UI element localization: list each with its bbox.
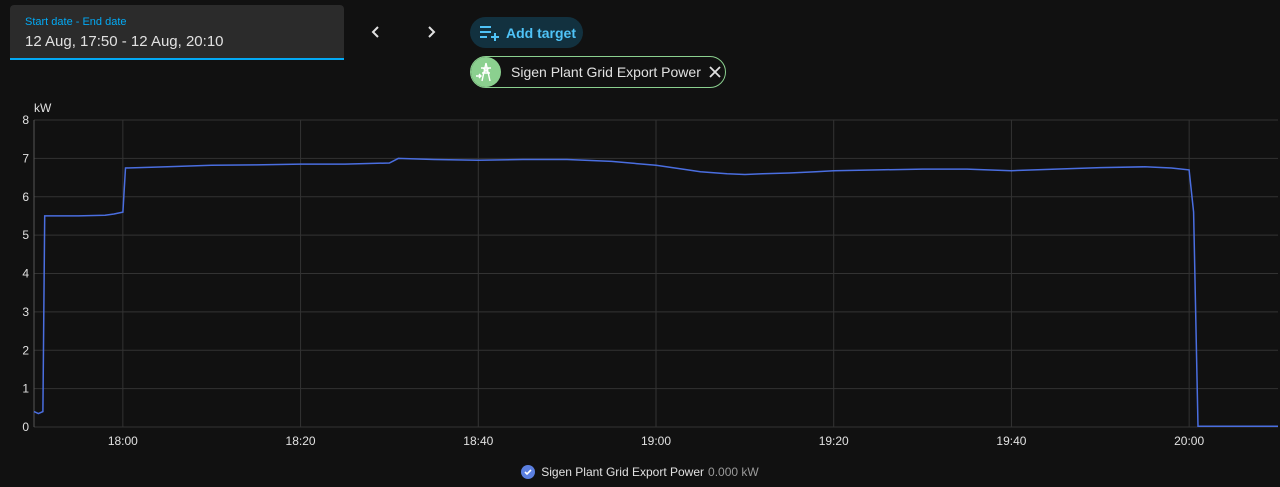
chevron-right-icon <box>428 26 436 38</box>
y-tick-label: 7 <box>22 151 29 165</box>
legend-item[interactable]: Sigen Plant Grid Export Power 0.000 kW <box>521 465 759 479</box>
y-tick-label: 3 <box>22 305 29 319</box>
y-tick-label: 0 <box>22 420 29 434</box>
date-range-label: Start date - End date <box>25 16 127 28</box>
legend-series-name: Sigen Plant Grid Export Power <box>541 465 705 479</box>
x-tick-label: 20:00 <box>1174 434 1204 445</box>
close-icon[interactable] <box>709 66 721 78</box>
legend-series-value: 0.000 kW <box>708 465 759 479</box>
check-circle-icon <box>521 465 536 479</box>
previous-period-button[interactable] <box>360 16 392 48</box>
y-tick-label: 5 <box>22 228 29 242</box>
chevron-left-icon <box>371 26 379 38</box>
history-line-chart[interactable]: kW 0 1 2 3 4 5 6 7 8 18:00 18:20 18:40 19:00 19:20 19… <box>0 95 1280 445</box>
x-tick-label: 19:20 <box>819 434 849 445</box>
y-tick-label: 6 <box>22 190 29 204</box>
add-target-button[interactable]: Add target <box>470 17 583 48</box>
x-tick-label: 18:00 <box>108 434 138 445</box>
y-tick-label: 2 <box>22 343 29 357</box>
y-axis-unit-label: kW <box>34 101 52 115</box>
x-tick-label: 19:40 <box>996 434 1026 445</box>
date-range-picker[interactable]: Start date - End date 12 Aug, 17:50 - 12… <box>10 5 344 60</box>
x-tick-label: 19:00 <box>641 434 671 445</box>
x-axis-ticks: 18:00 18:20 18:40 19:00 19:20 19:40 20:00 <box>108 434 1205 445</box>
target-chip-label: Sigen Plant Grid Export Power <box>511 64 701 80</box>
y-tick-label: 8 <box>22 113 29 127</box>
x-tick-label: 18:20 <box>286 434 316 445</box>
next-period-button[interactable] <box>415 16 447 48</box>
playlist-plus-icon <box>480 25 499 41</box>
y-axis-ticks: 0 1 2 3 4 5 6 7 8 <box>22 113 29 434</box>
x-tick-label: 18:40 <box>463 434 493 445</box>
y-tick-label: 4 <box>22 267 29 281</box>
chart-legend: Sigen Plant Grid Export Power 0.000 kW <box>0 462 1280 482</box>
date-range-value: 12 Aug, 17:50 - 12 Aug, 20:10 <box>25 33 224 50</box>
target-chip[interactable]: Sigen Plant Grid Export Power <box>470 56 726 88</box>
y-tick-label: 1 <box>22 382 29 396</box>
add-target-label: Add target <box>506 24 576 41</box>
transmission-tower-export-icon <box>471 57 501 87</box>
